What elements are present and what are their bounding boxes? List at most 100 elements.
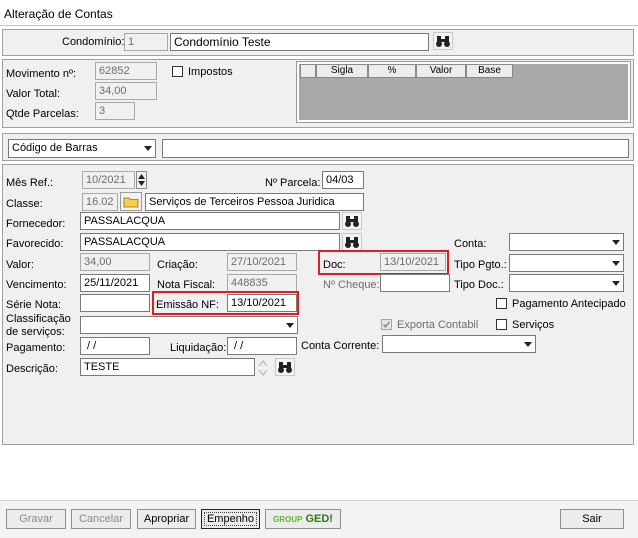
valor-label: Valor: <box>6 259 34 271</box>
spinner-arrows-icon <box>258 360 268 376</box>
chevron-down-icon <box>282 317 297 333</box>
mes-ref-field[interactable]: 10/2021 <box>82 171 135 189</box>
exporta-contabil-label: Exporta Contabil <box>397 319 479 331</box>
classe-name-field[interactable]: Serviços de Terceiros Pessoa Juridica <box>145 193 364 211</box>
servicos-label: Serviços <box>512 319 555 331</box>
valor-total-label: Valor Total: <box>6 88 61 100</box>
window-title: Alteração de Contas <box>4 7 113 21</box>
valor-total-field[interactable]: 34,00 <box>95 82 157 100</box>
empenho-button[interactable]: Empenho <box>201 509 260 529</box>
classificacao-select[interactable] <box>80 316 298 334</box>
cheque-field[interactable] <box>380 274 450 292</box>
conta-select[interactable] <box>509 233 624 251</box>
doc-field[interactable]: 13/10/2021 <box>380 253 446 271</box>
exporta-contabil-checkbox[interactable] <box>381 319 392 330</box>
fornecedor-label: Fornecedor: <box>6 218 66 230</box>
descricao-search-button[interactable] <box>275 358 295 376</box>
emissao-nf-field[interactable]: 13/10/2021 <box>227 294 297 312</box>
fornecedor-field[interactable]: PASSALACQUA <box>80 212 340 230</box>
parcela-field[interactable]: 04/03 <box>322 171 364 189</box>
group-ged-button[interactable]: GROUP GED! <box>265 509 341 529</box>
descricao-field[interactable]: TESTE <box>80 358 255 376</box>
pagamento-antecipado-checkbox[interactable] <box>496 298 507 309</box>
vencimento-field[interactable]: 25/11/2021 <box>80 274 150 292</box>
impostos-checkbox[interactable] <box>172 66 183 77</box>
liquidacao-label: Liquidação: <box>170 342 227 354</box>
binoculars-icon <box>345 216 359 227</box>
binoculars-icon <box>278 362 292 373</box>
condominio-search-button[interactable] <box>433 32 453 50</box>
pagamento-field[interactable]: / / <box>80 337 150 355</box>
condominio-label: Condomínio: <box>62 36 125 48</box>
tipo-doc-label: Tipo Doc.: <box>454 279 504 291</box>
qtde-parcelas-field[interactable]: 3 <box>95 102 135 120</box>
condominio-code-field[interactable]: 1 <box>124 33 168 51</box>
barcode-type-select[interactable]: Código de Barras <box>8 139 156 158</box>
title-divider <box>0 25 638 26</box>
ged-group-text: GROUP <box>273 515 303 524</box>
gravar-button[interactable]: Gravar <box>6 509 66 529</box>
favorecido-label: Favorecido: <box>6 238 64 250</box>
barcode-type-value: Código de Barras <box>12 142 98 154</box>
tipo-pgto-label: Tipo Pgto.: <box>454 259 507 271</box>
grid-col-percent[interactable]: % <box>368 64 416 78</box>
vencimento-label: Vencimento: <box>6 279 67 291</box>
liquidacao-field[interactable]: / / <box>227 337 297 355</box>
chevron-down-icon <box>608 275 623 291</box>
serie-nota-label: Série Nota: <box>6 299 62 311</box>
chevron-down-icon <box>140 140 155 156</box>
fornecedor-search-button[interactable] <box>342 212 362 230</box>
criacao-field[interactable]: 27/10/2021 <box>227 253 297 271</box>
descricao-scroll-arrows[interactable] <box>257 358 269 378</box>
folder-icon <box>123 197 139 208</box>
descricao-label: Descrição: <box>6 363 58 375</box>
serie-nota-field[interactable] <box>80 294 150 312</box>
emissao-nf-label: Emissão NF: <box>156 299 219 311</box>
cheque-label: Nº Cheque: <box>323 279 380 291</box>
grid-col-base[interactable]: Base <box>466 64 513 78</box>
mes-ref-spinner[interactable] <box>136 171 147 189</box>
barcode-input[interactable] <box>162 139 629 158</box>
servicos-checkbox[interactable] <box>496 319 507 330</box>
doc-label: Doc: <box>323 259 346 271</box>
grid-indicator-header <box>300 64 316 78</box>
nota-fiscal-label: Nota Fiscal: <box>157 279 216 291</box>
checkmark-icon <box>382 321 391 329</box>
classe-label: Classe: <box>6 198 43 210</box>
movimento-field[interactable]: 62852 <box>95 62 157 80</box>
spinner-arrows-icon <box>138 174 145 186</box>
conta-corrente-label: Conta Corrente: <box>301 340 380 352</box>
conta-label: Conta: <box>454 238 487 250</box>
condominio-name-field[interactable]: Condomínio Teste <box>170 33 429 51</box>
sair-button[interactable]: Sair <box>560 509 624 529</box>
chevron-down-icon <box>608 234 623 250</box>
valor-field[interactable]: 34,00 <box>80 253 150 271</box>
apropriar-button[interactable]: Apropriar <box>137 509 196 529</box>
classificacao-label-line2: de serviços: <box>6 326 65 338</box>
qtde-parcelas-label: Qtde Parcelas: <box>6 108 79 120</box>
parcela-label: Nº Parcela: <box>265 177 321 189</box>
classe-folder-button[interactable] <box>120 192 142 211</box>
tipo-pgto-select[interactable] <box>509 254 624 272</box>
binoculars-icon <box>345 237 359 248</box>
binoculars-icon <box>436 36 450 47</box>
favorecido-search-button[interactable] <box>342 233 362 251</box>
grid-col-sigla[interactable]: Sigla <box>316 64 368 78</box>
cancelar-button[interactable]: Cancelar <box>71 509 131 529</box>
criacao-label: Criação: <box>157 259 198 271</box>
movimento-label: Movimento nº: <box>6 68 77 80</box>
pagamento-label: Pagamento: <box>6 342 66 354</box>
pagamento-antecipado-label: Pagamento Antecipado <box>512 298 626 310</box>
mes-ref-label: Mês Ref.: <box>6 177 54 189</box>
grid-col-valor[interactable]: Valor <box>416 64 466 78</box>
ged-text: GED! <box>305 513 333 525</box>
classe-code-field[interactable]: 16.02 <box>82 193 118 211</box>
nota-fiscal-field[interactable]: 448835 <box>227 274 297 292</box>
conta-corrente-select[interactable] <box>382 335 536 353</box>
chevron-down-icon <box>608 255 623 271</box>
favorecido-field[interactable]: PASSALACQUA <box>80 233 340 251</box>
chevron-down-icon <box>520 336 535 352</box>
impostos-label: Impostos <box>188 66 233 78</box>
tipo-doc-select[interactable] <box>509 274 624 292</box>
classificacao-label-line1: Classificação <box>6 313 71 325</box>
